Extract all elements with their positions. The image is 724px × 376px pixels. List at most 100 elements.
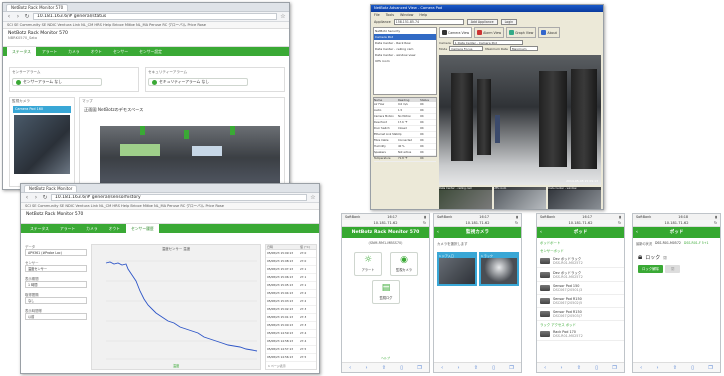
back-icon[interactable]: ‹ (441, 365, 443, 371)
share-icon[interactable]: ⇪ (577, 365, 581, 371)
login-button[interactable]: Login (500, 19, 518, 25)
phone-url-bar[interactable]: 10.181.71.62 ↻ (342, 220, 429, 227)
star-icon[interactable]: ☆ (310, 194, 316, 201)
tab-alert[interactable]: アラート (37, 47, 62, 56)
list-item[interactable]: Sensor Pod 150 DSC067(20501)3 (537, 282, 624, 295)
sensor-alarm-button[interactable]: センサーアラーム なし (12, 78, 102, 86)
alarm-view-button[interactable]: Alarm View (474, 27, 505, 38)
phone-url-bar[interactable]: 10.181.71.62 ↻ (633, 220, 720, 227)
map-marker-icon[interactable] (184, 130, 189, 139)
forward-icon[interactable]: › (15, 13, 21, 20)
forward-icon[interactable]: › (560, 365, 562, 371)
about-button[interactable]: About (538, 27, 560, 38)
map-marker-icon[interactable] (140, 126, 145, 135)
reload-icon[interactable]: ↻ (24, 13, 30, 20)
tabs-icon[interactable]: ❐ (612, 365, 616, 371)
rate-select[interactable]: Maximum (509, 46, 538, 51)
add-appliance-button[interactable]: Add Appliance (466, 19, 498, 25)
bookmarks-bar[interactable]: SCI SE Community SE NDIC Ventura Link NL… (3, 22, 289, 29)
tab-status[interactable]: ステータス (25, 224, 54, 233)
back-icon[interactable]: ‹ (544, 365, 546, 371)
list-item[interactable]: Sensor Pod R150 DSC067(20502)5 (537, 295, 624, 308)
tabs-icon[interactable]: ❐ (509, 365, 513, 371)
back-arrow-icon[interactable]: ‹ (636, 227, 638, 238)
log-button[interactable]: ▤ 監視ログ (372, 280, 400, 304)
filter-select[interactable]: 温度センサー (25, 265, 87, 272)
menu-tools[interactable]: Tools (386, 12, 394, 18)
camera-tile[interactable]: 1 ラック (479, 252, 519, 286)
help-link[interactable]: ヘルプ (342, 356, 429, 360)
alert-button[interactable]: ☼ アラート (354, 252, 382, 276)
forward-icon[interactable]: › (33, 194, 39, 201)
mode-select[interactable]: Camera Focus (449, 46, 484, 51)
back-arrow-icon[interactable]: ‹ (540, 227, 542, 238)
back-icon[interactable]: ‹ (349, 365, 351, 371)
back-icon[interactable]: ‹ (6, 13, 12, 20)
graph-view-button[interactable]: Graph View (506, 27, 537, 38)
appliance-select[interactable]: 158.151.85.74 (393, 19, 464, 25)
list-item[interactable]: Dev ポッドラック DSS-R01-M02572 (537, 254, 624, 268)
map-marker-icon[interactable] (230, 126, 235, 135)
bookmark-icon[interactable]: ▯ (595, 365, 598, 371)
menu-window[interactable]: Window (400, 12, 413, 18)
tab-camera[interactable]: カメラ (81, 224, 102, 233)
camera-select[interactable]: 1 Data Center - Camera Pod (452, 40, 523, 45)
tab-sensor-history[interactable]: センサー履歴 (125, 224, 159, 233)
tab-out[interactable]: オウト (104, 224, 125, 233)
bookmark-icon[interactable]: ▯ (492, 365, 495, 371)
tab-status[interactable]: ステータス (7, 47, 36, 56)
list-item[interactable]: Sensor Pod R150 DSC067(20503)7 (537, 308, 624, 321)
menu-help[interactable]: Help (419, 12, 427, 18)
url-input[interactable]: 10.181.163.6/# general/sensorhistory (51, 194, 307, 201)
back-icon[interactable]: ‹ (640, 365, 642, 371)
filter-select[interactable]: なし (25, 297, 87, 304)
bookmark-icon[interactable]: ▯ (400, 365, 403, 371)
forward-icon[interactable]: › (457, 365, 459, 371)
close-button[interactable]: 閉 (664, 265, 681, 273)
list-item[interactable]: Rack Pod 170 DSS-R01-M02572 (537, 328, 624, 341)
reload-icon[interactable]: ↻ (618, 220, 621, 227)
camera-thumbnail[interactable]: Data Center - window (548, 187, 602, 209)
reload-icon[interactable]: ↻ (423, 220, 426, 227)
browser-tab[interactable]: NetBotz Rack Monitor 570 (6, 3, 69, 11)
tab-sensor-settings[interactable]: センサー設定 (134, 47, 167, 56)
tabs-icon[interactable]: ❐ (417, 365, 421, 371)
url-input[interactable]: 10.181.163.6/# general/status (33, 13, 277, 20)
filter-select[interactable]: 1 時間 (25, 281, 87, 288)
reload-icon[interactable]: ↻ (714, 220, 717, 227)
share-icon[interactable]: ⇪ (382, 365, 386, 371)
camera-image[interactable]: 2014-05-08 15:09:13 (439, 55, 601, 185)
phone-url-bar[interactable]: 10.181.71.62 ↻ (537, 220, 624, 227)
share-icon[interactable]: ⇪ (474, 365, 478, 371)
tab-camera[interactable]: カメラ (63, 47, 84, 56)
back-icon[interactable]: ‹ (24, 194, 30, 201)
bookmarks-bar[interactable]: SCI SE Community SE NDIC Ventura Link NL… (21, 203, 319, 210)
unlock-button[interactable]: ロック解除 (638, 265, 663, 273)
security-alarm-button[interactable]: セキュリティーアラーム なし (148, 78, 248, 86)
list-item[interactable]: Dev ポッドラック DSS-R01-M02572 (537, 268, 624, 282)
phone-url-bar[interactable]: 10.181.71.62 ↻ (434, 220, 521, 227)
camera-thumbnail[interactable]: UPS room (493, 187, 547, 209)
filter-select[interactable]: 以前 (25, 313, 87, 320)
tree-item[interactable]: UPS room (374, 58, 436, 64)
camera-item[interactable]: Camera Pod 160 (13, 106, 71, 113)
tab-sensor[interactable]: センサー (108, 47, 133, 56)
camera-view-button[interactable]: Camera View (439, 27, 473, 38)
camera-tile[interactable]: 1 ドア入口 (437, 252, 477, 286)
menu-file[interactable]: File (374, 12, 380, 18)
camera-thumbnail[interactable]: Data Center - ceiling cam (439, 187, 492, 209)
back-arrow-icon[interactable]: ‹ (437, 227, 439, 238)
tab-alert[interactable]: アラート (55, 224, 80, 233)
filter-select[interactable]: AP9361 (#Probe Lac) (25, 249, 87, 256)
reload-icon[interactable]: ↻ (515, 220, 518, 227)
reload-icon[interactable]: ↻ (42, 194, 48, 201)
forward-icon[interactable]: › (365, 365, 367, 371)
star-icon[interactable]: ☆ (280, 13, 286, 20)
camera-thumbnail[interactable] (14, 115, 70, 174)
forward-icon[interactable]: › (656, 365, 658, 371)
bookmark-icon[interactable]: ▯ (691, 365, 694, 371)
share-icon[interactable]: ⇪ (673, 365, 677, 371)
browser-tab[interactable]: NetBotz Rack Monitor (24, 184, 78, 192)
tabs-icon[interactable]: ❐ (708, 365, 712, 371)
tab-out[interactable]: オウト (86, 47, 107, 56)
